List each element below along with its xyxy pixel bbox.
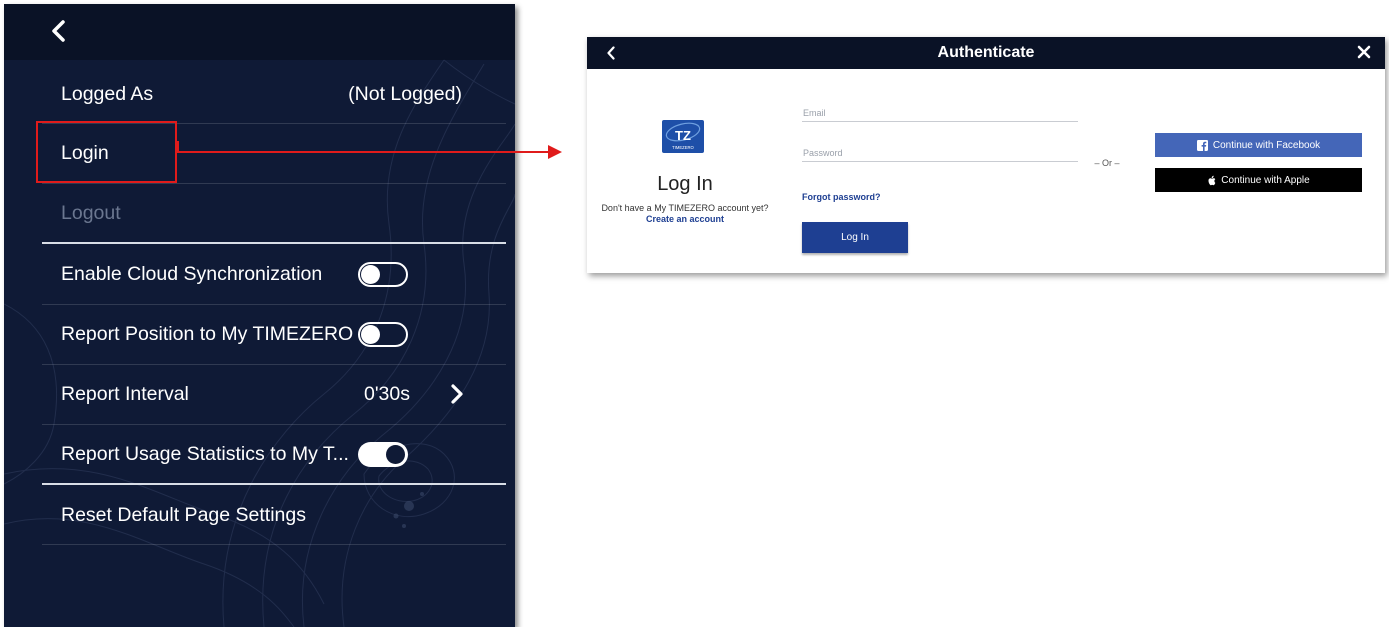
report-position-row[interactable]: Report Position to My TIMEZERO (42, 304, 506, 364)
reset-defaults-label: Reset Default Page Settings (61, 503, 306, 526)
cloud-sync-row[interactable]: Enable Cloud Synchronization (42, 244, 506, 304)
close-icon[interactable] (1357, 45, 1371, 59)
logo-subtext: TIMEZERO (672, 145, 694, 150)
logo-text: TZ (675, 128, 691, 143)
report-position-toggle[interactable] (358, 322, 408, 347)
facebook-login-button[interactable]: Continue with Facebook (1155, 133, 1362, 157)
dialog-header: Authenticate (587, 37, 1385, 69)
log-in-button[interactable]: Log In (802, 222, 908, 253)
create-account-link[interactable]: Create an account (587, 214, 783, 224)
report-interval-label: Report Interval (61, 382, 189, 405)
or-separator: – Or – (1094, 158, 1120, 168)
settings-panel: Logged As (Not Logged) Login Logout Enab… (4, 4, 515, 627)
login-heading: Log In (657, 173, 713, 195)
dialog-title: Authenticate (937, 44, 1035, 61)
forgot-password-link[interactable]: Forgot password? (802, 192, 881, 202)
apple-icon (1208, 175, 1216, 185)
signup-prompt: Don't have a My TIMEZERO account yet? (601, 203, 769, 213)
report-position-label: Report Position to My TIMEZERO (61, 322, 354, 345)
logged-as-row: Logged As (Not Logged) (42, 64, 506, 124)
report-interval-row[interactable]: Report Interval 0'30s (42, 364, 506, 424)
timezero-logo: TZ TIMEZERO (662, 120, 704, 153)
reset-defaults-row[interactable]: Reset Default Page Settings (42, 485, 506, 545)
pointer-arrow (176, 141, 562, 159)
report-usage-row[interactable]: Report Usage Statistics to My T... (42, 424, 506, 484)
logged-as-label: Logged As (61, 82, 154, 105)
report-usage-label: Report Usage Statistics to My T... (61, 442, 349, 465)
apple-login-button[interactable]: Continue with Apple (1155, 168, 1362, 192)
toggle-knob (361, 265, 380, 284)
logout-label: Logout (61, 201, 121, 224)
login-highlight-box (36, 121, 177, 183)
back-chevron-icon[interactable] (48, 18, 72, 44)
logged-as-value: (Not Logged) (348, 82, 462, 105)
dialog-back-icon[interactable] (606, 46, 616, 60)
facebook-icon (1196, 139, 1208, 151)
cloud-sync-toggle[interactable] (358, 262, 408, 287)
report-interval-value: 0'30s (363, 382, 410, 405)
cloud-sync-label: Enable Cloud Synchronization (61, 262, 323, 285)
authenticate-dialog: Authenticate TZ TIMEZERO Log In Don't ha… (587, 37, 1385, 273)
toggle-knob (361, 325, 380, 344)
toggle-knob (386, 445, 405, 464)
email-field[interactable] (802, 104, 1078, 122)
chevron-right-icon[interactable] (448, 383, 466, 405)
password-field[interactable] (802, 144, 1078, 162)
divider (42, 544, 506, 545)
apple-button-label: Continue with Apple (1221, 174, 1310, 186)
report-usage-toggle[interactable] (358, 442, 408, 467)
logout-row: Logout (42, 183, 506, 243)
facebook-button-label: Continue with Facebook (1212, 139, 1321, 151)
